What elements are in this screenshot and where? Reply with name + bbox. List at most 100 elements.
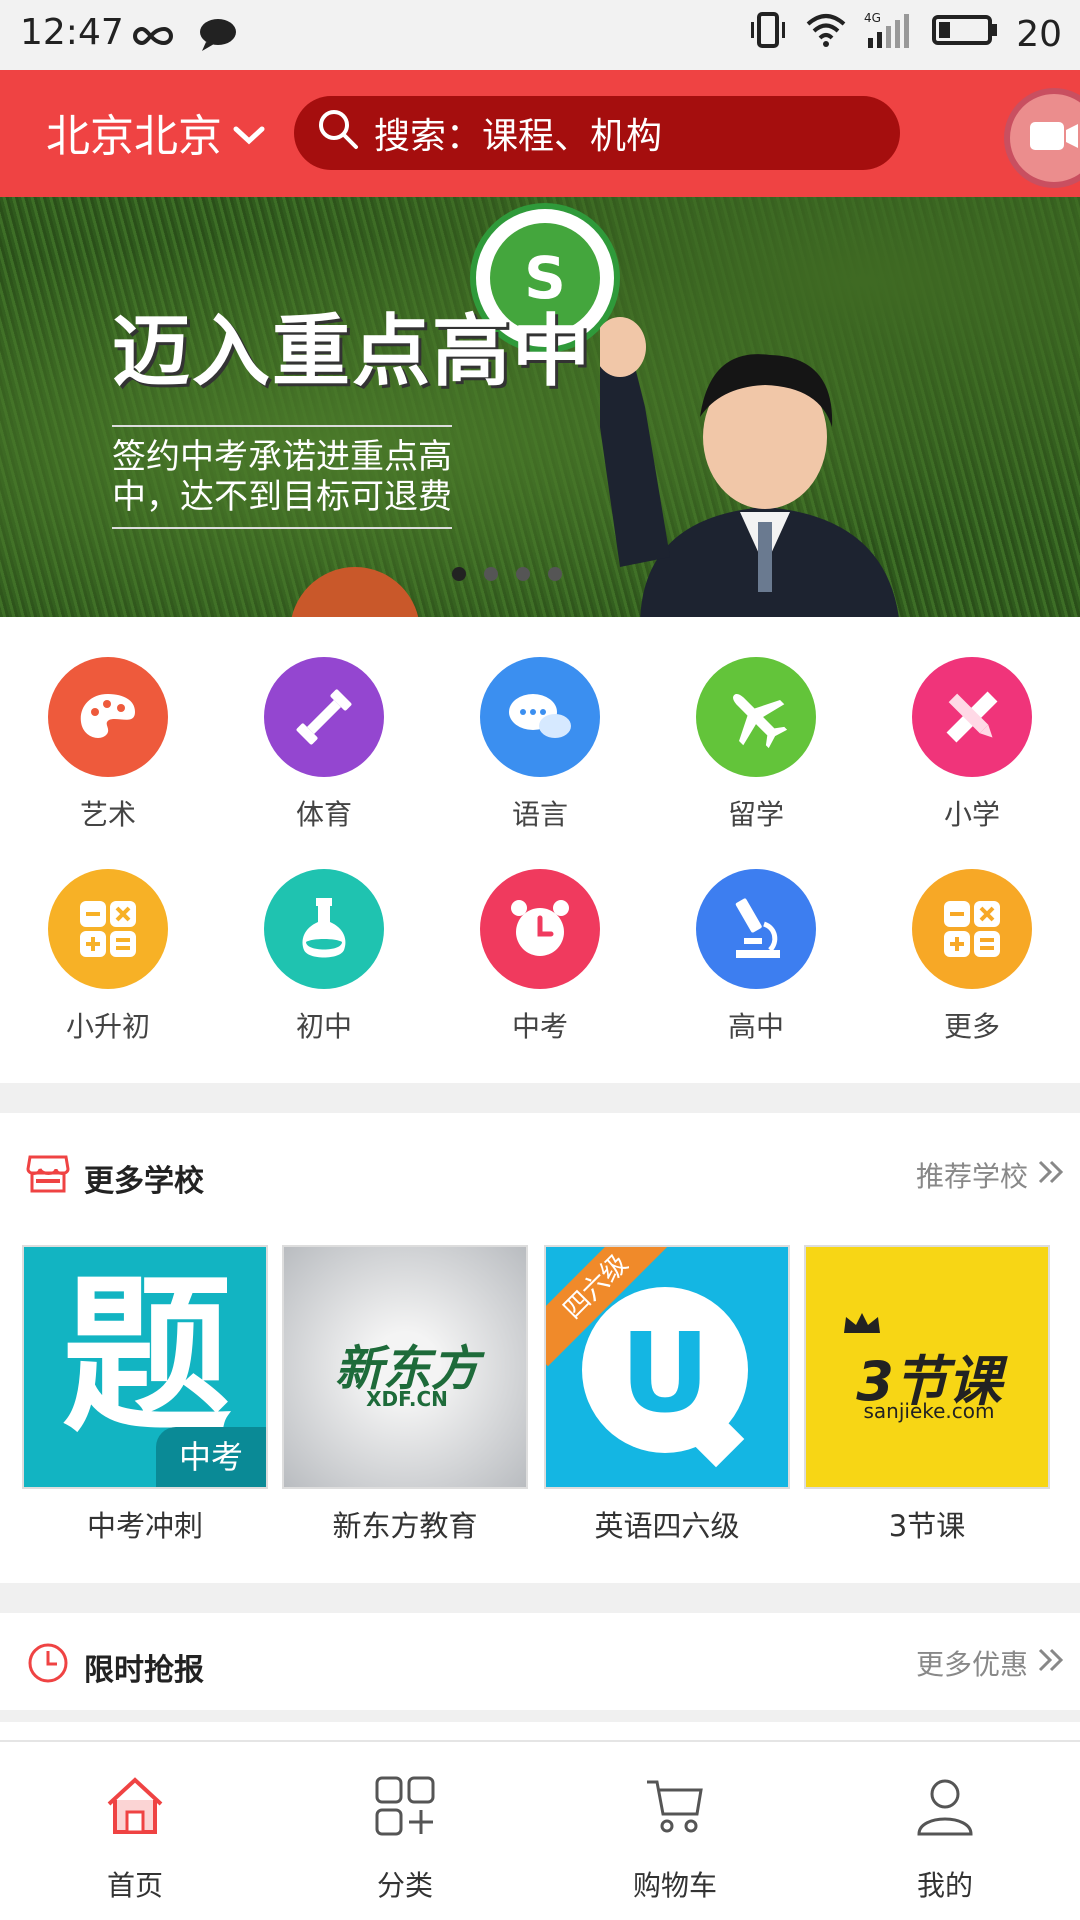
dumbbell-icon — [264, 657, 384, 777]
tab-cart[interactable]: 购物车 — [540, 1766, 810, 1904]
infinity-icon — [130, 19, 176, 60]
school-card[interactable]: 题 中考 中考冲刺 — [22, 1245, 268, 1545]
thumb-badge: 中考 — [156, 1427, 266, 1487]
calculator-icon — [48, 869, 168, 989]
tab-profile[interactable]: 我的 — [810, 1766, 1080, 1904]
school-thumbnail: 新东方 XDF.CN — [282, 1245, 528, 1489]
calculator-icon — [912, 869, 1032, 989]
category-more[interactable]: 更多 — [864, 829, 1080, 1043]
section-divider — [0, 1583, 1080, 1613]
video-button[interactable] — [1004, 88, 1080, 188]
tab-category[interactable]: 分类 — [270, 1766, 540, 1904]
more-deals-link[interactable]: 更多优惠 — [916, 1643, 1066, 1683]
category-primary-to-junior[interactable]: 小升初 — [0, 829, 216, 1043]
pencil-ruler-icon — [912, 657, 1032, 777]
section-title: 更多学校 — [84, 1164, 204, 1199]
video-camera-icon — [1026, 116, 1080, 160]
battery-icon — [932, 13, 998, 56]
double-chevron-right-icon — [1036, 1646, 1066, 1681]
carousel-dot — [516, 567, 530, 581]
category-grid: 艺术 体育 语言 留学 小学 小升初 初中 中考 高中 更多 — [0, 617, 1080, 1083]
search-bar[interactable]: 搜索：课程、机构 — [294, 96, 900, 170]
airplane-icon — [696, 657, 816, 777]
alarm-clock-icon — [480, 869, 600, 989]
category-label: 语言 — [511, 798, 568, 831]
city-selector[interactable]: 北京北京 — [46, 100, 266, 164]
carousel-indicator — [452, 567, 562, 581]
wifi-icon — [806, 12, 846, 57]
school-name: 英语四六级 — [594, 1509, 740, 1543]
category-label: 高中 — [727, 1010, 784, 1043]
banner-subline: 签约中考承诺进重点高中，达不到目标可退费 — [112, 425, 452, 529]
school-thumbnail: 3节课 sanjieke.com — [804, 1245, 1050, 1489]
battery-level: 20 — [1016, 14, 1062, 55]
clock-icon — [26, 1641, 70, 1693]
school-thumbnail: U 四六级 — [544, 1245, 790, 1489]
section-divider — [0, 1710, 1080, 1722]
tab-label: 我的 — [916, 1869, 973, 1902]
category-label: 小升初 — [65, 1010, 150, 1043]
banner-slogan: 迈入重点高中 — [112, 307, 593, 397]
more-schools-section: 更多学校 推荐学校 题 中考 中考冲刺 新东方 XDF.CN 新东方教育 U 四… — [0, 1113, 1080, 1583]
microscope-icon — [696, 869, 816, 989]
school-name: 中考冲刺 — [86, 1509, 203, 1543]
grid-plus-icon — [270, 1766, 540, 1846]
message-icon — [198, 18, 238, 61]
school-card[interactable]: 3节课 sanjieke.com 3节课 — [804, 1245, 1050, 1545]
school-card[interactable]: U 四六级 英语四六级 — [544, 1245, 790, 1545]
carousel-dot — [452, 567, 466, 581]
bottom-tab-bar: 首页 分类 购物车 我的 — [0, 1740, 1080, 1920]
school-card[interactable]: 新东方 XDF.CN 新东方教育 — [282, 1245, 528, 1545]
category-study-abroad[interactable]: 留学 — [648, 617, 864, 831]
section-title: 限时抢报 — [84, 1653, 204, 1688]
category-art[interactable]: 艺术 — [0, 617, 216, 831]
carousel-dot — [484, 567, 498, 581]
cart-icon — [540, 1766, 810, 1846]
category-sports[interactable]: 体育 — [216, 617, 432, 831]
store-icon — [26, 1153, 70, 1203]
status-bar: 12:47 4G 20 — [0, 0, 1080, 70]
section-divider — [0, 1083, 1080, 1113]
category-label: 艺术 — [79, 798, 136, 831]
city-label: 北京北京 — [46, 111, 222, 162]
category-label: 更多 — [943, 1010, 1000, 1043]
section-header: 更多学校 — [26, 1153, 204, 1203]
category-label: 初中 — [295, 1010, 352, 1043]
category-junior-high[interactable]: 初中 — [216, 829, 432, 1043]
header-bar: 北京北京 搜索：课程、机构 — [0, 70, 1080, 197]
recommend-schools-link[interactable]: 推荐学校 — [916, 1155, 1066, 1195]
tab-label: 分类 — [376, 1869, 433, 1902]
basketball-image — [290, 567, 420, 617]
tab-label: 购物车 — [632, 1869, 717, 1902]
home-icon — [0, 1766, 270, 1846]
flask-icon — [264, 869, 384, 989]
carousel-dot — [548, 567, 562, 581]
signal-icon: 4G — [864, 10, 914, 59]
search-placeholder: 搜索：课程、机构 — [374, 116, 663, 157]
tab-label: 首页 — [106, 1869, 163, 1902]
tab-home[interactable]: 首页 — [0, 1766, 270, 1904]
section-header: 限时抢报 — [26, 1641, 204, 1693]
school-name: 新东方教育 — [332, 1509, 478, 1543]
svg-text:4G: 4G — [864, 11, 881, 25]
more-label: 推荐学校 — [915, 1160, 1028, 1193]
user-icon — [810, 1766, 1080, 1846]
category-zhongkao[interactable]: 中考 — [432, 829, 648, 1043]
category-label: 体育 — [295, 798, 352, 831]
more-label: 更多优惠 — [915, 1648, 1028, 1681]
school-name: 3节课 — [888, 1509, 966, 1543]
promo-banner[interactable]: S 迈入重点高中 签约中考承诺进重点高中，达不到目标可退费 — [0, 197, 1080, 617]
school-thumbnail: 题 中考 — [22, 1245, 268, 1489]
chat-icon — [480, 657, 600, 777]
category-primary[interactable]: 小学 — [864, 617, 1080, 831]
search-icon — [316, 107, 360, 160]
category-senior-high[interactable]: 高中 — [648, 829, 864, 1043]
category-label: 小学 — [943, 798, 1000, 831]
crown-icon — [842, 1311, 882, 1339]
double-chevron-right-icon — [1036, 1158, 1066, 1193]
vibrate-icon — [748, 12, 788, 57]
category-language[interactable]: 语言 — [432, 617, 648, 831]
palette-icon — [48, 657, 168, 777]
category-label: 留学 — [727, 798, 784, 831]
student-photo — [600, 317, 899, 617]
